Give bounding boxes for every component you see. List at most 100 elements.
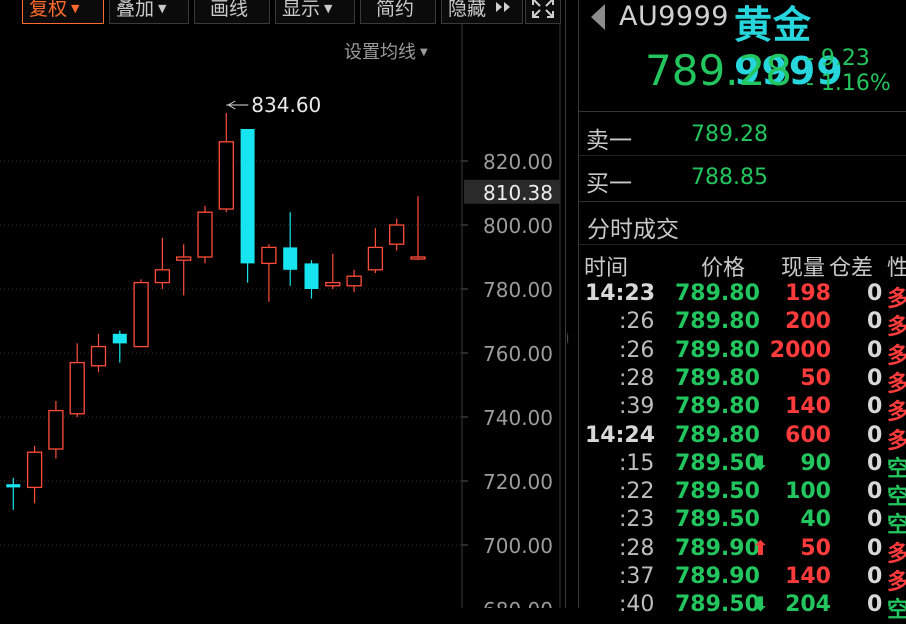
tick-nature: 多 — [887, 570, 906, 595]
overlay-button[interactable]: 叠加 ▼ — [109, 0, 189, 24]
dropdown-arrow-icon: ▼ — [324, 2, 333, 15]
tick-oi-change: 0 — [867, 365, 883, 391]
candle-body — [346, 275, 362, 287]
y-tick-label: 800.00 — [483, 214, 553, 238]
y-tick-label: 780.00 — [483, 278, 553, 302]
change-percent: - 1.16% — [806, 71, 891, 96]
candle-body — [304, 263, 319, 289]
candle-body — [90, 345, 107, 367]
display-label: 显示 — [282, 0, 321, 20]
tick-row[interactable]: 14:24 789.80 600 0 多 — [579, 422, 906, 454]
tick-row[interactable]: :28 789.80 50 0 多 — [579, 365, 906, 397]
candle — [112, 330, 127, 363]
tick-volume: 50 — [800, 535, 831, 561]
panel-divider[interactable] — [565, 0, 566, 608]
tick-volume: 200 — [785, 309, 831, 335]
tick-price: 789.80 — [675, 337, 760, 363]
draw-line-button[interactable]: 画线 — [194, 0, 270, 24]
fullscreen-button[interactable] — [525, 0, 561, 24]
tick-volume: 140 — [785, 564, 831, 589]
tick-oi-change: 0 — [867, 592, 883, 618]
chart-toolbar: 复权 ▼ 叠加 ▼ 画线 显示 ▼ 简约 隐藏 — [0, 0, 565, 26]
candle-body — [133, 281, 149, 348]
tick-price: 789.80 — [675, 394, 760, 420]
tick-volume: 40 — [800, 507, 831, 533]
candle — [367, 228, 384, 273]
price-change: - 9.23 - 1.16% — [806, 46, 891, 96]
tick-row[interactable]: :26 789.80 200 0 多 — [579, 309, 906, 340]
candle — [346, 269, 362, 293]
instrument-code: AU9999 — [619, 1, 729, 32]
hide-button[interactable]: 隐藏 — [441, 0, 523, 24]
tick-volume: 204 — [785, 592, 831, 618]
tick-nature: 多 — [887, 428, 906, 454]
arrow-left-icon — [226, 100, 249, 110]
tick-row[interactable]: :26 789.80 2000 0 多 — [579, 337, 906, 369]
back-arrow-icon[interactable] — [591, 4, 605, 30]
simple-mode-button[interactable]: 简约 — [360, 0, 436, 24]
candle — [240, 129, 255, 283]
tick-row[interactable]: 14:23 789.80 198 0 多 — [579, 281, 906, 312]
ask-label: 卖一 — [586, 128, 632, 154]
tick-nature: 多 — [887, 315, 906, 341]
resize-grip-icon[interactable]: ⁞ ⁞ — [566, 333, 576, 346]
tick-nature: 空 — [887, 456, 906, 482]
tick-nature: 多 — [887, 400, 906, 426]
bid-price: 788.85 — [691, 165, 768, 190]
tick-time: :23 — [619, 507, 655, 533]
tick-price: 789.80 — [675, 309, 760, 335]
tick-nature: 多 — [887, 343, 906, 369]
tick-oi-change: 0 — [867, 535, 883, 561]
tick-nature: 多 — [887, 287, 906, 312]
up-arrow-icon: ⬆ — [752, 535, 769, 560]
candle-body — [410, 256, 426, 260]
header-nature: 性 — [887, 256, 906, 281]
tick-price: 789.80 — [675, 281, 760, 306]
y-tick-label: 820.00 — [483, 150, 553, 174]
candle-body — [325, 281, 341, 287]
ticks-title: 分时成交 — [587, 217, 679, 243]
candle — [6, 477, 21, 510]
tick-row[interactable]: :39 789.80 140 0 多 — [579, 394, 906, 425]
expand-icon — [532, 0, 554, 18]
candlestick-chart[interactable]: 834.60 820.00 800.00 780.00 760.00 740.00 720… — [0, 24, 565, 608]
candle — [26, 445, 43, 504]
tick-oi-change: 0 — [867, 281, 883, 306]
tick-oi-change: 0 — [867, 507, 883, 533]
display-button[interactable]: 显示 ▼ — [275, 0, 355, 24]
header-price: 价格 — [701, 256, 746, 281]
draw-line-label: 画线 — [210, 0, 249, 20]
high-annotation: 834.60 — [226, 93, 321, 117]
tick-row[interactable]: :23 789.50 40 0 空 — [579, 507, 906, 538]
tick-time: :15 — [619, 450, 655, 476]
tick-time: 14:24 — [585, 422, 656, 448]
tick-price: 789.90 — [675, 564, 760, 589]
tick-volume: 600 — [785, 422, 831, 448]
adjust-rights-button[interactable]: 复权 ▼ — [22, 0, 104, 24]
hide-label: 隐藏 — [448, 0, 487, 20]
tick-nature: 多 — [887, 541, 906, 567]
candle-body — [176, 256, 192, 261]
tick-time: :39 — [619, 394, 655, 420]
tick-row[interactable]: :28 789.90 ⬆ 50 0 多 — [579, 535, 906, 567]
header-volume: 现量 — [781, 256, 826, 281]
tick-row[interactable]: :15 789.50 ⬇ 90 0 空 — [579, 450, 906, 482]
candle — [69, 343, 85, 417]
tick-price: 789.50 — [675, 592, 760, 618]
header-time: 时间 — [584, 256, 629, 281]
candle-body — [6, 484, 21, 488]
tick-row[interactable]: :40 789.50 ⬇ 204 0 空 — [579, 592, 906, 623]
dropdown-arrow-icon: ▼ — [158, 2, 167, 15]
candles: 834.60 — [6, 93, 426, 510]
candle-body — [240, 129, 255, 264]
tick-oi-change: 0 — [867, 450, 883, 476]
divider — [579, 155, 906, 156]
candle — [304, 260, 319, 299]
y-tick-label: 760.00 — [483, 342, 553, 366]
down-arrow-icon: ⬇ — [752, 450, 769, 475]
y-tick-label: 720.00 — [483, 470, 553, 494]
candle-body — [218, 141, 234, 210]
tick-row[interactable]: :37 789.90 140 0 多 — [579, 564, 906, 595]
simple-mode-label: 简约 — [376, 0, 415, 20]
tick-row[interactable]: :22 789.50 100 0 空 — [579, 479, 906, 510]
